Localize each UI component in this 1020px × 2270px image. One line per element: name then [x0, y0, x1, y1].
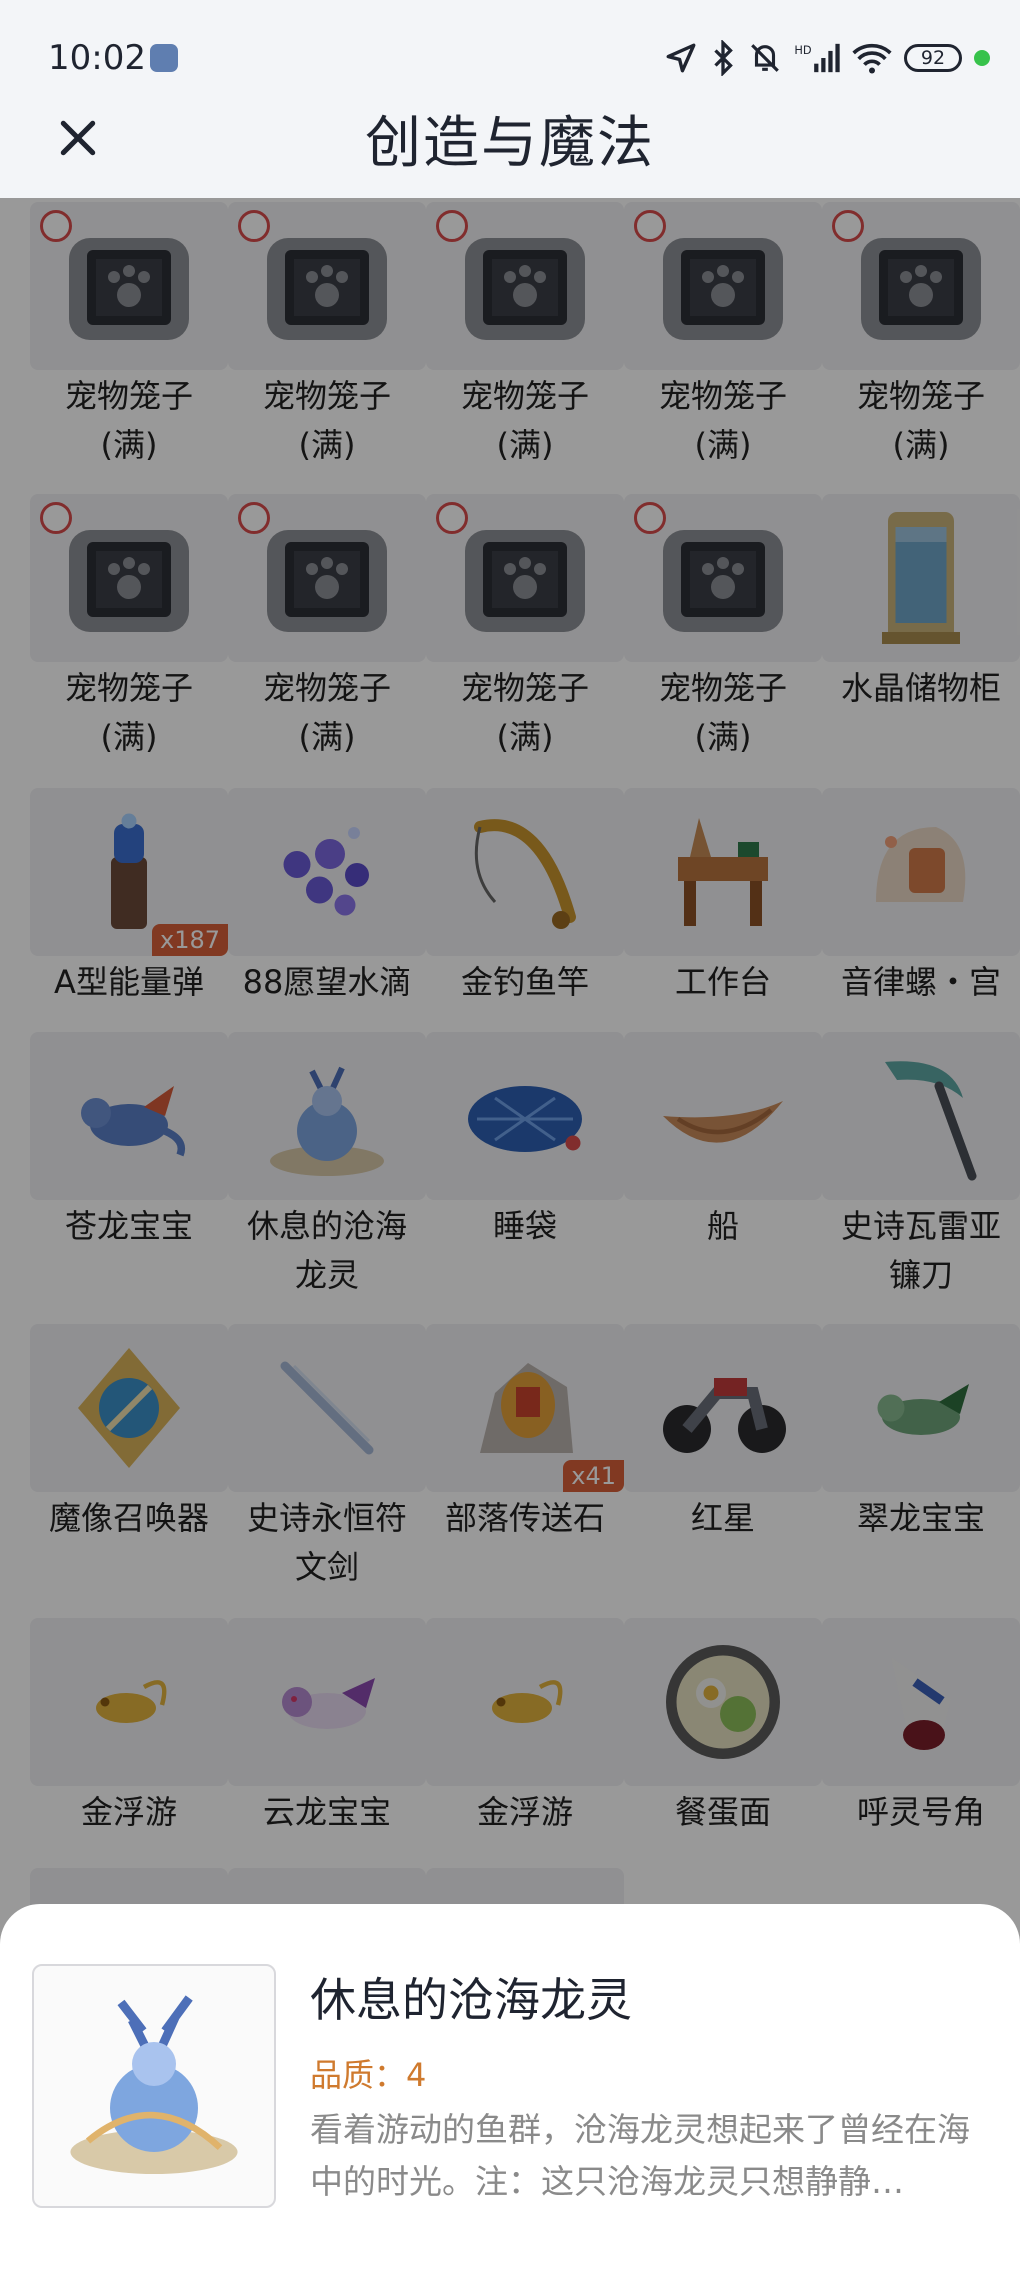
header: 创造与魔法: [0, 88, 1020, 198]
sea-dragon-icon: [70, 1995, 238, 2174]
status-icons: HD 92: [664, 36, 990, 80]
status-time: 10:02: [48, 38, 146, 78]
page-title: 创造与魔法: [365, 111, 655, 176]
app-notification-icon: [150, 44, 178, 72]
bluetooth-icon: [714, 40, 733, 76]
detail-name: 休息的沧海龙灵: [310, 1973, 632, 2027]
mute-bell-icon: [751, 44, 779, 72]
battery-indicator: 92: [904, 44, 962, 72]
signal-icon: HD: [794, 43, 840, 73]
item-detail-sheet: 休息的沧海龙灵 品质：4 看着游动的鱼群，沧海龙灵想起来了曾经在海中的时光。注：…: [0, 1904, 1020, 2270]
privacy-dot: [974, 50, 990, 66]
detail-thumbnail: [32, 1964, 276, 2208]
svg-text:HD: HD: [794, 43, 812, 57]
top-bar: 10:02 HD 92 创造与魔法: [0, 0, 1020, 198]
detail-quality: 品质：4: [310, 2056, 427, 2094]
wifi-icon: [852, 43, 892, 74]
detail-description: 看着游动的鱼群，沧海龙灵想起来了曾经在海中的时光。注：这只沧海龙灵只想静静…: [310, 2110, 970, 2201]
location-icon: [666, 43, 696, 73]
